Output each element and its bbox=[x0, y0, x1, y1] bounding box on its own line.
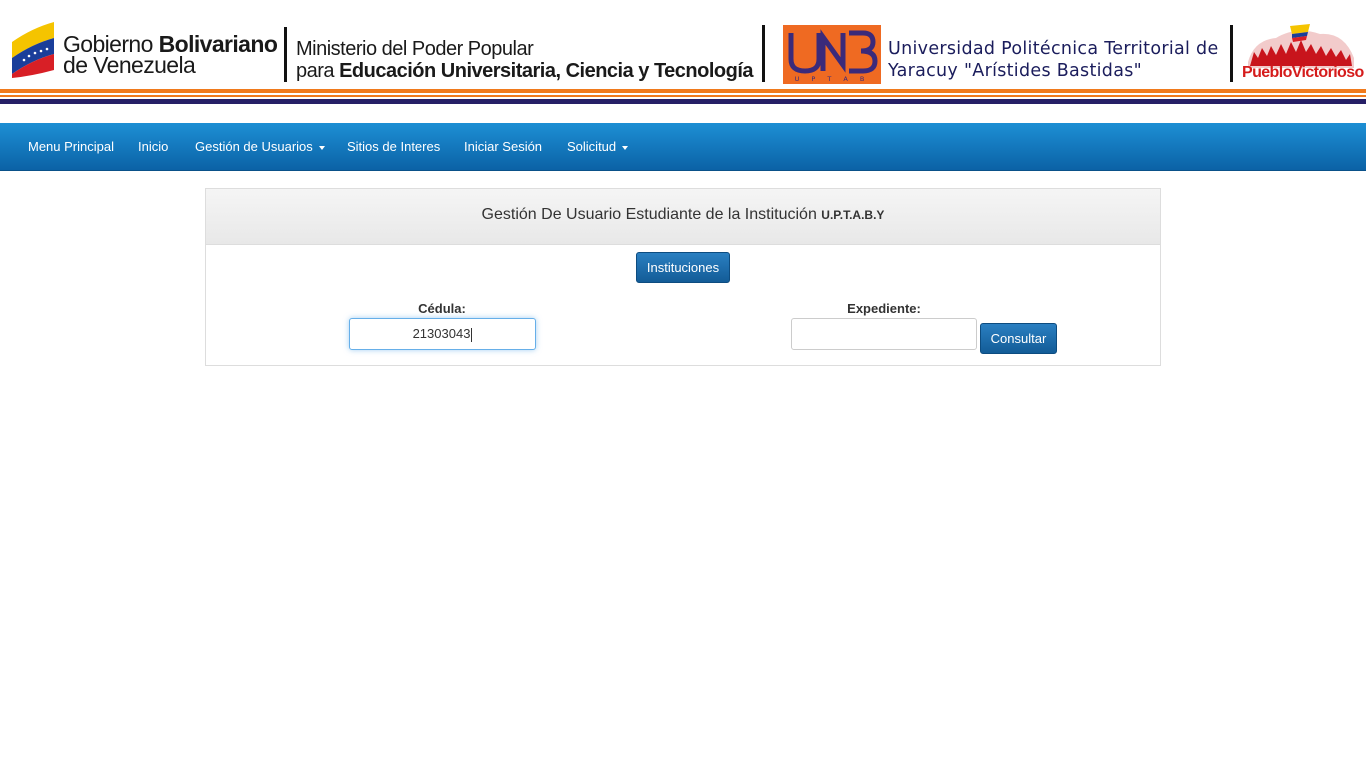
nav-label: Sitios de Interes bbox=[347, 139, 441, 154]
cedula-value: 21303043 bbox=[412, 326, 471, 341]
panel-title-text: Gestión De Usuario Estudiante de la Inst… bbox=[481, 206, 822, 223]
ministerio-line2-bold: Educación Universitaria, Ciencia y Tecno… bbox=[339, 60, 754, 82]
instituciones-button[interactable]: Instituciones bbox=[636, 252, 730, 283]
header-divider bbox=[284, 27, 287, 82]
main-navbar: Menu Principal Inicio Gestión de Usuario… bbox=[0, 123, 1366, 171]
cedula-label: Cédula: bbox=[418, 301, 466, 316]
nav-label: Menu Principal bbox=[28, 139, 114, 154]
panel-title-abbr: U.P.T.A.B.Y bbox=[821, 208, 885, 222]
nav-iniciar-sesion[interactable]: Iniciar Sesión bbox=[464, 123, 542, 170]
ministerio-text: Ministerio del Poder Popular para Educac… bbox=[296, 38, 754, 82]
universidad-line1: Universidad Politécnica Territorial de bbox=[888, 39, 1219, 59]
nav-gestion-usuarios-dropdown[interactable]: Gestión de Usuarios bbox=[195, 123, 325, 170]
unb-logo: U P T A B bbox=[783, 25, 881, 84]
text-cursor bbox=[471, 327, 473, 342]
header-divider bbox=[1230, 25, 1233, 82]
purple-stripe bbox=[0, 99, 1366, 104]
nav-sitios-interes[interactable]: Sitios de Interes bbox=[347, 123, 440, 170]
nav-label: Iniciar Sesión bbox=[464, 139, 543, 154]
caret-down-icon bbox=[318, 145, 325, 150]
ministerio-line1: Ministerio del Poder Popular bbox=[296, 38, 534, 60]
nav-solicitud-dropdown[interactable]: Solicitud bbox=[567, 123, 629, 170]
ministerio-line2-regular: para bbox=[296, 60, 340, 82]
panel-title: Gestión De Usuario Estudiante de la Inst… bbox=[206, 206, 1160, 224]
nav-menu-principal[interactable]: Menu Principal bbox=[28, 123, 114, 170]
nav-label: Gestión de Usuarios bbox=[195, 139, 313, 154]
panel-heading: Gestión De Usuario Estudiante de la Inst… bbox=[206, 189, 1160, 245]
gobierno-line2: de Venezuela bbox=[63, 52, 196, 78]
universidad-line2: Yaracuy "Arístides Bastidas" bbox=[888, 61, 1142, 81]
gobierno-bolivariano-text: Gobierno Bolivariano de Venezuela bbox=[63, 33, 278, 78]
expediente-label: Expediente: bbox=[847, 301, 921, 316]
cedula-input[interactable]: 21303043 bbox=[349, 318, 536, 350]
orange-stripe-thin bbox=[0, 95, 1366, 97]
caret-down-icon bbox=[622, 145, 629, 150]
header-banner: Gobierno Bolivariano de Venezuela Minist… bbox=[0, 0, 1366, 105]
venezuela-flag-logo bbox=[12, 22, 54, 78]
unb-logo-mark: U P T A B bbox=[788, 29, 878, 83]
unb-logo-subtext: U P T A B bbox=[795, 75, 870, 83]
gestion-usuario-panel: Gestión De Usuario Estudiante de la Inst… bbox=[205, 188, 1161, 366]
universidad-text: Universidad Politécnica Territorial de Y… bbox=[888, 38, 1219, 82]
nav-label: Inicio bbox=[138, 139, 169, 154]
consultar-button[interactable]: Consultar bbox=[980, 323, 1057, 354]
expediente-input[interactable] bbox=[791, 318, 977, 350]
nav-inicio[interactable]: Inicio bbox=[138, 123, 168, 170]
header-divider bbox=[762, 25, 765, 82]
pueblo-victorioso-text: PuebloVictorioso bbox=[1242, 64, 1364, 81]
nav-label: Solicitud bbox=[567, 139, 617, 154]
